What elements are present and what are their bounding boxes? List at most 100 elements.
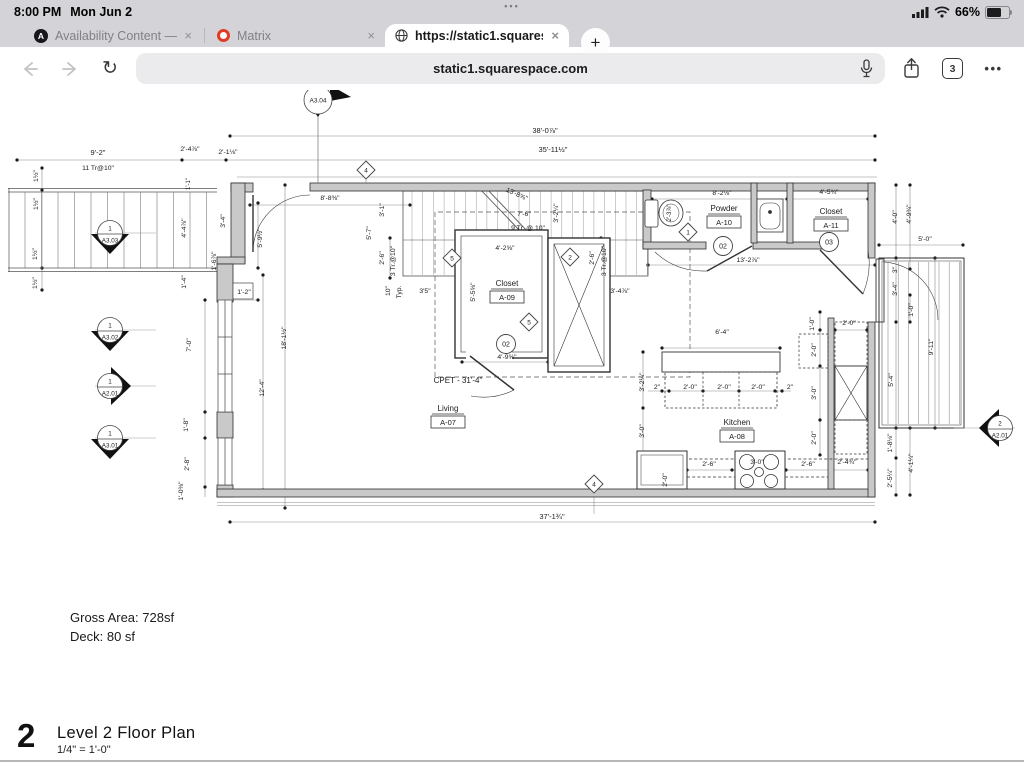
dimension-label: 7'-0" [186,338,193,352]
dimension-label: 4'-5¾" [819,189,839,196]
dimension-tick [224,158,227,161]
web-content-area[interactable]: 38'-0⅞"35'-11½"2'-4⅞"2'-1⅛"9'-2"11 Tr@10… [0,90,1024,767]
tab-title: Matrix [237,29,271,43]
dimension-label: 1'-8⅛" [887,433,894,453]
close-tab-icon[interactable]: × [551,28,559,43]
dimension-label: 5'-0" [918,236,932,243]
dimension-tick [408,203,411,206]
detail-number: 5 [450,255,454,262]
room-tag: A-08 [729,432,745,441]
tab-squarespace-active[interactable]: https://static1.squares × [385,24,569,47]
dimension-tick [203,410,206,413]
detail-number: 4 [364,167,368,174]
tab-matrix[interactable]: Matrix × [207,24,385,47]
dimension-tick [256,201,259,204]
dimension-label: 2'-4¾" [837,459,857,466]
dimension-label: 4'-9¾" [906,204,913,224]
share-button[interactable] [891,57,932,80]
globe-icon [395,29,408,42]
dimension-label: 1'-4" [181,275,188,289]
dimension-label: 2'-6" [801,461,815,468]
dimension-label: 6'-4" [715,329,729,336]
section-marker-sheet: A3.03 [102,238,119,245]
dimension-tick [730,468,733,471]
close-tab-icon[interactable]: × [367,28,375,43]
dimension-label: 1'-2" [237,289,251,296]
dimension-label: 37'-1¾" [539,512,565,521]
share-icon [902,57,921,80]
closet-a09-walls [455,230,548,397]
dimension-label: 2'-8" [184,457,191,471]
dimension-label: 4'-4⅞" [181,218,188,238]
microphone-icon[interactable] [860,59,873,78]
dimension-tick [908,183,911,186]
dimension-label: 2'-5¼" [887,468,894,488]
dimension-label: 3" [892,266,899,273]
dimension-label: 3'5" [419,288,431,295]
dimension-label: 10" [385,285,392,296]
dimension-label: 13'-2⅞" [737,257,761,264]
section-marker-label: A3.04 [310,98,327,105]
dimension-label: 18'-1½" [280,326,288,350]
more-menu-button[interactable]: ••• [973,61,1014,76]
status-bar: 8:00 PM Mon Jun 2 ••• 66% [0,0,1024,24]
matrix-logo-icon [217,29,230,42]
dimension-label: 1'-0⅜" [178,481,185,501]
dimension-tick [894,320,897,323]
dimension-label: 2'-0" [751,384,765,391]
section-marker-sheet: A3.02 [102,335,119,342]
dimension-tick [261,273,264,276]
dimension-label: 2'-0" [811,431,818,445]
tabs-overview-button[interactable]: 3 [932,58,973,79]
door-tag-number: 02 [502,342,510,349]
dimension-label: 1'-1" [186,178,192,190]
room-tag: A-09 [499,293,515,302]
dimension-label: 3 Tr.@10" [601,245,608,276]
reload-button[interactable]: ↻ [90,59,130,78]
marker-flag-icon [330,90,351,101]
room-tag: A-10 [716,218,732,227]
dimension-label: 1½" [31,247,39,259]
dimension-label: 8'-8⅜" [320,195,340,202]
dimension-tick [15,158,18,161]
dimension-tick [388,236,391,239]
dimension-label: 2'-6" [589,251,596,265]
room-tag: A-07 [440,418,456,427]
browser-toolbar: ↻ static1.squarespace.com 3 ••• [0,47,1024,91]
detail-number: 2 [568,254,572,261]
room-tag: A-11 [823,221,838,230]
section-marker-sheet: A2.01 [102,391,119,398]
section-marker-number: 1 [108,431,112,438]
dimension-tick [180,158,183,161]
toilet-tank [645,200,658,227]
address-bar[interactable]: static1.squarespace.com [136,53,885,84]
dimension-tick [228,520,231,523]
back-button[interactable] [10,59,50,79]
dimension-tick [248,203,251,206]
area-note: Deck: 80 sf [70,629,135,644]
dimension-label: 4'-1¼" [908,453,915,473]
dimension-label: 3'-0" [750,459,764,466]
dimension-label: 2" [654,384,661,391]
dimension-label: 11 Tr@10" [82,165,114,172]
tab-divider [204,28,205,43]
dimension-tick [660,346,663,349]
door-tag-number: 03 [825,240,833,247]
deck-door-leaf [876,259,884,322]
dimension-label: 3'-2¼" [553,203,560,223]
dimension-tick [256,266,259,269]
section-marker-number: 2 [998,421,1002,428]
forward-button[interactable] [50,59,90,79]
dimension-label: 5'-9½" [256,228,264,248]
dimension-tick [40,166,43,169]
close-tab-icon[interactable]: × [184,28,192,43]
dimension-tick [778,346,781,349]
room-name: Living [438,404,459,413]
dimension-label: 3'-0" [811,386,818,400]
dimension-label: 38'-0⅞" [532,126,558,135]
dimension-label: 3'-0" [639,424,646,438]
dimension-tick [203,436,206,439]
dimension-label: 2'-1⅛" [218,149,238,156]
tab-availability-content[interactable]: A Availability Content — / × [24,24,202,47]
dimension-label: 3'-2¼" [639,372,646,392]
